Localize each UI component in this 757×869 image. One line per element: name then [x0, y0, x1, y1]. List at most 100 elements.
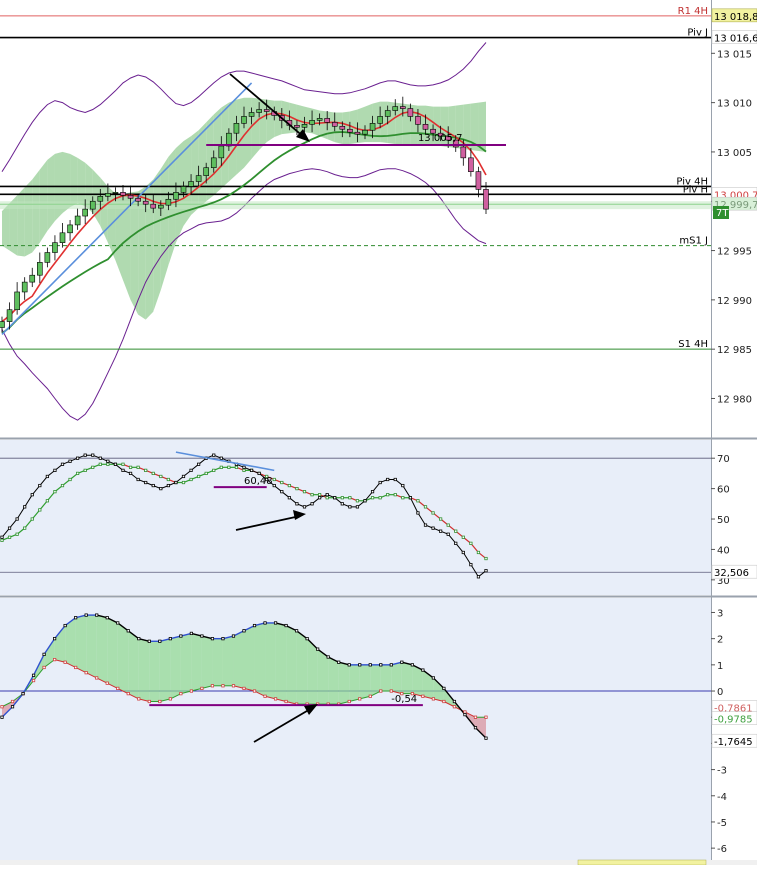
macd-point	[126, 629, 130, 633]
macd-fill-segment-up	[265, 622, 276, 699]
macd-point	[252, 623, 257, 628]
candle-body	[309, 120, 315, 125]
chart-window: R1 4H Piv J Piv 4H Piv HmS1 J S1 4H 13 005,7 1…	[0, 0, 757, 866]
macd-fill-segment-up	[86, 615, 97, 678]
candle-body	[21, 281, 28, 293]
y-tick-label: -5	[717, 818, 727, 829]
date-badge	[577, 859, 707, 866]
macd-point	[189, 631, 193, 636]
macd-fill-segment-up	[138, 638, 150, 702]
macd-fill-segment-up	[391, 662, 402, 694]
macd-point	[316, 647, 320, 651]
macd-point	[452, 699, 457, 704]
chart-canvas: R1 4HPiv JPiv 4HPiv HmS1 JS1 4H13 005,71…	[0, 0, 757, 866]
oscillator-signal-point	[53, 490, 57, 494]
y-tick-label: 12 985	[717, 345, 752, 356]
macd-point	[221, 637, 225, 641]
macd-signal-point	[421, 694, 425, 698]
candle-body	[233, 123, 240, 134]
macd-fill-segment-up	[286, 625, 297, 705]
oscillator-signal-point	[401, 496, 405, 500]
macd-point	[263, 621, 267, 625]
macd-point	[337, 660, 341, 664]
y-tick-label: 13 015	[717, 49, 752, 60]
macd-point	[284, 623, 288, 628]
candle-body	[475, 171, 482, 190]
macd-point	[379, 663, 383, 667]
candle-body	[112, 192, 119, 194]
oscillator-signal-point	[219, 465, 223, 469]
value-tag-label: -1,7645	[714, 737, 753, 748]
macd-signal-point	[116, 686, 120, 691]
y-tick-label: 0	[717, 687, 723, 698]
macd-signal-point	[389, 689, 393, 693]
oscillator-point	[408, 496, 412, 500]
price-cloud-segment-up	[47, 153, 55, 231]
oscillator-signal-point	[38, 508, 42, 512]
candle-body	[74, 215, 81, 226]
y-tick-label: 12 995	[717, 247, 752, 258]
y-tick-label: 12 990	[717, 296, 752, 307]
candle-body	[339, 125, 346, 130]
macd-fill-segment-up	[75, 615, 87, 673]
macd-fill-segment-up	[96, 615, 108, 684]
price-cloud-segment-up	[357, 106, 365, 144]
oscillator-signal-point	[144, 468, 148, 472]
level-label: mS1 J	[679, 236, 708, 247]
oscillator-signal-point	[159, 474, 163, 479]
macd-point	[326, 655, 330, 659]
candle-body	[67, 224, 73, 234]
candle-body	[59, 232, 66, 243]
candle-body	[97, 196, 104, 202]
oscillator-signal-point	[280, 480, 284, 485]
oscillator-point	[83, 453, 87, 457]
macd-fill-segment-up	[296, 630, 308, 705]
macd-fill-segment-up	[359, 664, 371, 699]
macd-signal-point	[431, 697, 435, 701]
oscillator-point	[310, 502, 314, 506]
oscillator-point	[446, 532, 450, 536]
oscillator-point	[454, 541, 458, 545]
macd-fill-segment-up	[328, 656, 339, 705]
oscillator-signal-point	[348, 496, 352, 500]
oscillator-signal-point	[386, 493, 390, 497]
y-tick-label: 60	[717, 485, 730, 496]
oscillator-point	[431, 526, 435, 530]
macd-signal-point	[358, 697, 362, 701]
oscillator-signal-point	[212, 468, 216, 472]
macd-fill-segment-up	[233, 630, 244, 689]
oscillator-signal-point	[227, 465, 231, 469]
oscillator-signal-point	[295, 487, 299, 491]
oscillator-point	[476, 575, 481, 579]
oscillator-point	[151, 483, 155, 488]
macd-fill-segment-up	[159, 638, 171, 702]
macd-point	[368, 663, 372, 667]
oscillator-point	[45, 474, 49, 479]
value-tag-label: 32,506	[714, 568, 749, 579]
oscillator-signal-point	[45, 499, 49, 503]
y-tick-label: 2	[717, 635, 723, 646]
oscillator-signal-point	[302, 490, 307, 494]
macd-point	[0, 715, 4, 719]
candle-body	[362, 129, 368, 135]
oscillator-signal-point	[431, 511, 435, 515]
price-cloud-segment-up	[327, 111, 335, 143]
macd-signal-point	[463, 710, 467, 714]
macd-signal-point	[168, 697, 172, 701]
macd-point	[53, 637, 57, 641]
oscillator-point	[302, 505, 307, 509]
macd-point	[463, 712, 467, 717]
oscillator-point	[189, 468, 193, 472]
macd-point	[116, 621, 120, 625]
oscillator-point	[484, 569, 488, 573]
candle-body	[377, 116, 383, 124]
macd-point	[295, 629, 299, 633]
macd-signal-point	[53, 658, 57, 662]
candle-body	[158, 204, 164, 209]
oscillator-point	[15, 517, 19, 521]
macd-signal-point	[284, 699, 288, 704]
price-cloud-segment-up	[304, 106, 313, 134]
macd-signal-point	[105, 681, 109, 685]
candle-body	[52, 242, 58, 253]
macd-fill-segment-up	[401, 662, 413, 694]
